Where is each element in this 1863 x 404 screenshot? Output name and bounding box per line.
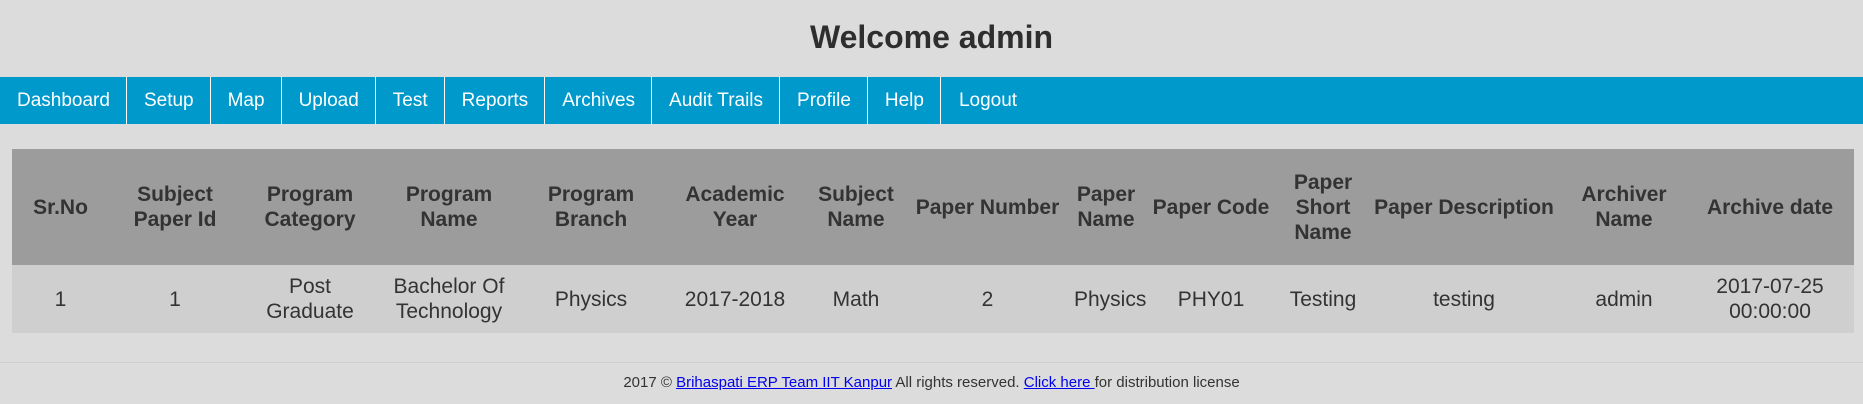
column-header: Sr.No	[12, 149, 109, 265]
column-header: Archive date	[1686, 149, 1854, 265]
team-link[interactable]: Brihaspati ERP Team IIT Kanpur	[676, 374, 892, 391]
nav-help[interactable]: Help	[868, 77, 941, 124]
table-cell: Post Graduate	[241, 265, 379, 333]
table-cell: Math	[807, 265, 905, 333]
table-cell: 1	[12, 265, 109, 333]
column-header: Archiver Name	[1562, 149, 1686, 265]
column-header: Subject Paper Id	[109, 149, 241, 265]
footer-rights: All rights reserved.	[892, 374, 1024, 391]
archives-table-container: Sr.No Subject Paper Id Program Category …	[12, 149, 1854, 333]
column-header: Program Branch	[519, 149, 663, 265]
table-cell: Bachelor Of Technology	[379, 265, 519, 333]
nav-reports[interactable]: Reports	[445, 77, 546, 124]
nav-setup[interactable]: Setup	[127, 77, 211, 124]
column-header: Paper Name	[1070, 149, 1142, 265]
column-header: Program Name	[379, 149, 519, 265]
footer-divider	[0, 362, 1863, 363]
table-cell: 1	[109, 265, 241, 333]
page-title: Welcome admin	[809, 19, 1054, 55]
nav-upload[interactable]: Upload	[282, 77, 376, 124]
nav-profile[interactable]: Profile	[780, 77, 868, 124]
footer: 2017 © Brihaspati ERP Team IIT Kanpur Al…	[0, 374, 1863, 391]
nav-map[interactable]: Map	[211, 77, 282, 124]
nav-test[interactable]: Test	[376, 77, 445, 124]
footer-license-text: for distribution license	[1094, 374, 1240, 391]
table-cell: Physics	[1070, 265, 1146, 333]
nav-audit-trails[interactable]: Audit Trails	[652, 77, 781, 124]
column-header: Subject Name	[807, 149, 905, 265]
table-cell: Physics	[519, 265, 663, 333]
column-header: Paper Description	[1366, 149, 1562, 265]
license-link[interactable]: Click here	[1024, 374, 1095, 391]
column-header: Paper Code	[1142, 149, 1280, 265]
table-cell: admin	[1562, 265, 1686, 333]
column-header: Paper Short Name	[1280, 149, 1366, 265]
table-cell: 2	[905, 265, 1070, 333]
table-cell: 2017-07-25 00:00:00	[1686, 265, 1854, 333]
archives-table: Sr.No Subject Paper Id Program Category …	[12, 149, 1854, 333]
nav-archives[interactable]: Archives	[545, 77, 653, 124]
column-header: Program Category	[241, 149, 379, 265]
column-header: Paper Number	[905, 149, 1070, 265]
nav-dashboard[interactable]: Dashboard	[0, 77, 127, 124]
table-header-row: Sr.No Subject Paper Id Program Category …	[12, 149, 1854, 265]
table-cell: Testing	[1280, 265, 1366, 333]
table-cell: 2017-2018	[663, 265, 807, 333]
footer-copyright: 2017 ©	[623, 374, 677, 391]
table-row: 1 1 Post Graduate Bachelor Of Technology…	[12, 265, 1854, 333]
table-cell: testing	[1366, 265, 1562, 333]
main-nav: Dashboard Setup Map Upload Test Reports …	[0, 77, 1863, 124]
column-header: Academic Year	[663, 149, 807, 265]
table-cell: PHY01	[1142, 265, 1280, 333]
nav-logout[interactable]: Logout	[940, 77, 1050, 124]
